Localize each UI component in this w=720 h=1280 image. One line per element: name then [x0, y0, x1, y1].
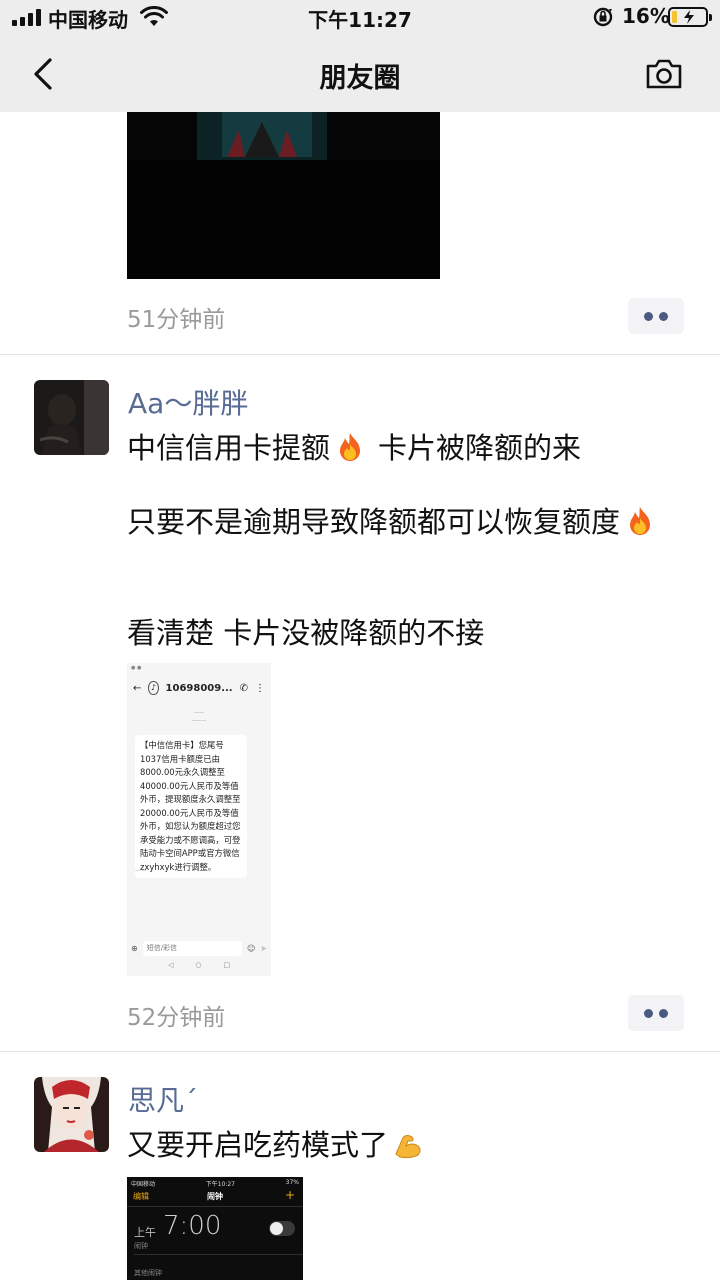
alarm-time: 7:00: [163, 1211, 222, 1241]
alarm-toggle: [269, 1221, 295, 1236]
post-text-line: 看清楚 卡片没被降额的不接: [127, 616, 485, 650]
sms-input-bar: ⊕ 短信/彩信 ☺ ➤: [127, 937, 271, 959]
post-divider: [0, 354, 720, 355]
camera-icon[interactable]: [644, 54, 684, 94]
fire-icon: [630, 507, 651, 535]
plus-icon: +: [284, 1188, 295, 1202]
flexed-biceps-icon: [395, 1135, 421, 1159]
nav-bar: 朋友圈: [0, 36, 720, 112]
phone-icon: ✆: [239, 682, 248, 694]
plus-circle-icon: ⊕: [131, 943, 138, 953]
recent-square-icon: □: [223, 961, 231, 969]
sms-sender: 10698009...: [165, 682, 233, 694]
more-actions-button[interactable]: [628, 995, 684, 1031]
battery-icon: [668, 7, 712, 27]
more-vertical-icon: ⋮: [255, 682, 265, 694]
sms-message: 【中信信用卡】您尾号1037信用卡额度已由8000.00元永久调整至40000.…: [135, 735, 247, 878]
post-time: 52分钟前: [127, 1005, 226, 1031]
alarm-other: 其他闹钟: [134, 1269, 162, 1277]
post-text-line: 中信信用卡提额 卡片被降额的来: [127, 431, 582, 465]
author-name[interactable]: 思凡ˊ: [128, 1079, 198, 1119]
alarm-status-bar: 中国移动 下午10:27 37%: [131, 1179, 299, 1188]
sms-header: ← ♪ 10698009... ✆ ⋮: [127, 673, 271, 703]
more-actions-button[interactable]: [628, 298, 684, 334]
battery-percent: 16%: [622, 4, 670, 28]
post-text-line: 又要开启吃药模式了: [127, 1122, 424, 1164]
post-divider: [0, 1051, 720, 1052]
bell-icon: ♪: [148, 681, 159, 695]
home-circle-icon: ○: [195, 961, 202, 969]
sms-meta: —— ———: [191, 710, 207, 724]
status-bar: 中国移动 下午11:27 16%: [0, 0, 720, 36]
orientation-lock-icon: [593, 7, 613, 27]
smile-icon: ☺: [246, 943, 256, 953]
post-image-sms-screenshot[interactable]: ● ● ← ♪ 10698009... ✆ ⋮ —— ——— 【中信信用卡】您尾号…: [127, 663, 271, 976]
post-image[interactable]: [127, 112, 440, 279]
fire-icon: [340, 433, 361, 461]
post-image-alarm-screenshot[interactable]: 中国移动 下午10:27 37% 编辑 闹钟 + 上午 7:00 闹钟 其他闹钟: [127, 1177, 303, 1280]
alarm-ampm: 上午: [134, 1226, 156, 1239]
alarm-title: 闹钟: [207, 1192, 223, 1201]
avatar[interactable]: [34, 380, 109, 455]
back-arrow-icon: ←: [133, 682, 142, 694]
send-icon: ➤: [260, 943, 267, 953]
sms-status-bar: ● ●: [131, 665, 142, 671]
alarm-label: 闹钟: [134, 1242, 148, 1250]
page-title: 朋友圈: [319, 63, 401, 94]
android-nav-bar: ◁ ○ □: [127, 961, 271, 976]
post-time: 51分钟前: [127, 307, 226, 333]
sms-footnote: — —: [135, 868, 147, 874]
author-name[interactable]: Aa～胖胖: [128, 382, 248, 422]
sms-input: 短信/彩信: [142, 940, 242, 956]
top-bar: 中国移动 下午11:27 16% 朋友圈: [0, 0, 720, 112]
alarm-header: 编辑 闹钟 +: [127, 1188, 303, 1205]
post-text-line: 只要不是逾期导致降额都可以恢复额度: [127, 499, 656, 541]
avatar[interactable]: [34, 1077, 109, 1152]
back-triangle-icon: ◁: [167, 961, 174, 969]
